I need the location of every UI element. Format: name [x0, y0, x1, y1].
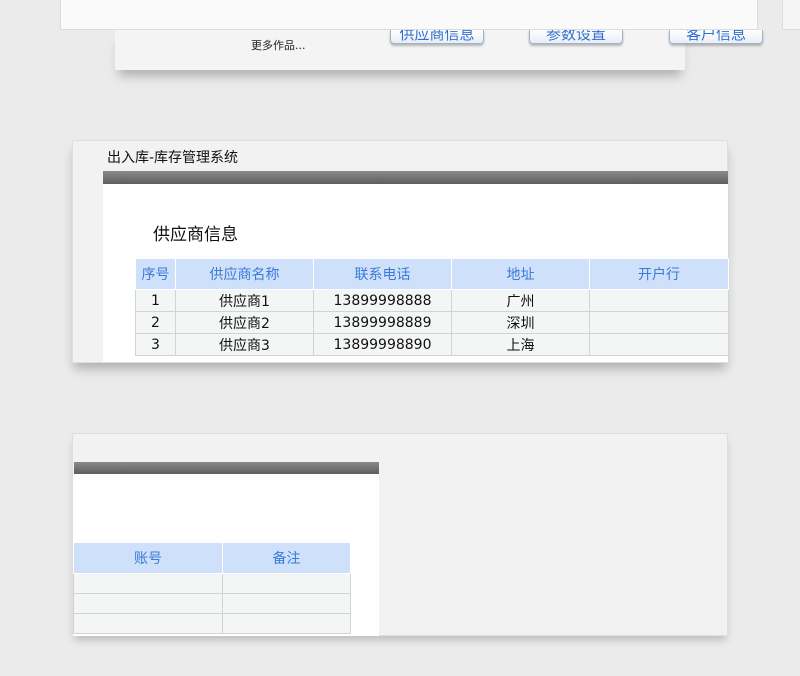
top-window-frame-right [782, 0, 800, 30]
table-row: 3 供应商3 13899998890 上海 [135, 333, 729, 356]
supplier-info-window: 出入库-库存管理系统 供应商信息 序号 供应商名称 联系电话 地址 开户行 1 … [72, 140, 729, 363]
column-header-remarks: 备注 [222, 542, 351, 574]
cell-account[interactable] [73, 593, 223, 614]
supplier-sheet: 供应商信息 序号 供应商名称 联系电话 地址 开户行 1 供应商1 138999… [103, 184, 729, 362]
cell-index[interactable]: 2 [135, 311, 176, 334]
menu-card: 供应商信息 参数设置 客户信息 [115, 30, 763, 70]
column-header-index: 序号 [135, 258, 176, 290]
cell-address[interactable]: 广州 [451, 289, 590, 312]
column-header-phone: 联系电话 [313, 258, 452, 290]
table-row: 2 供应商2 13899998889 深圳 [135, 311, 729, 334]
cell-account[interactable] [73, 613, 223, 634]
table-row: 1 供应商1 13899998888 广州 [135, 289, 729, 312]
table-row [73, 593, 351, 614]
customer-info-button[interactable]: 客户信息 [669, 30, 763, 44]
page-title: 供应商信息 [153, 225, 238, 245]
table-header-row: 序号 供应商名称 联系电话 地址 开户行 [135, 258, 729, 290]
cell-phone[interactable]: 13899998889 [313, 311, 452, 334]
cell-supplier-name[interactable]: 供应商3 [175, 333, 314, 356]
table-row [73, 613, 351, 634]
cell-supplier-name[interactable]: 供应商2 [175, 311, 314, 334]
cell-index[interactable]: 1 [135, 289, 176, 312]
cell-bank[interactable] [589, 311, 729, 334]
window-title: 出入库-库存管理系统 [107, 150, 239, 166]
cell-account[interactable] [73, 573, 223, 594]
title-bar-strip [74, 462, 379, 474]
cell-address[interactable]: 深圳 [451, 311, 590, 334]
account-table: 账号 备注 [73, 542, 351, 634]
table-row [73, 573, 351, 594]
cell-bank[interactable] [589, 333, 729, 356]
supplier-table: 序号 供应商名称 联系电话 地址 开户行 1 供应商1 13899998888 … [135, 258, 729, 356]
cell-phone[interactable]: 13899998890 [313, 333, 452, 356]
cell-remarks[interactable] [222, 593, 351, 614]
table-header-row: 账号 备注 [73, 542, 351, 574]
cell-remarks[interactable] [222, 613, 351, 634]
parameter-settings-button[interactable]: 参数设置 [529, 30, 623, 44]
column-header-address: 地址 [451, 258, 590, 290]
column-header-account: 账号 [73, 542, 223, 574]
column-header-supplier-name: 供应商名称 [175, 258, 314, 290]
cell-address[interactable]: 上海 [451, 333, 590, 356]
supplier-info-button[interactable]: 供应商信息 [390, 30, 484, 44]
cell-index[interactable]: 3 [135, 333, 176, 356]
column-header-bank: 开户行 [589, 258, 729, 290]
cell-remarks[interactable] [222, 573, 351, 594]
title-bar-strip [103, 171, 728, 184]
more-works-link[interactable]: 更多作品... [251, 37, 306, 53]
cell-supplier-name[interactable]: 供应商1 [175, 289, 314, 312]
account-window: 账号 备注 [72, 433, 728, 636]
cell-bank[interactable] [589, 289, 729, 312]
top-window-frame [60, 0, 758, 30]
cell-phone[interactable]: 13899998888 [313, 289, 452, 312]
